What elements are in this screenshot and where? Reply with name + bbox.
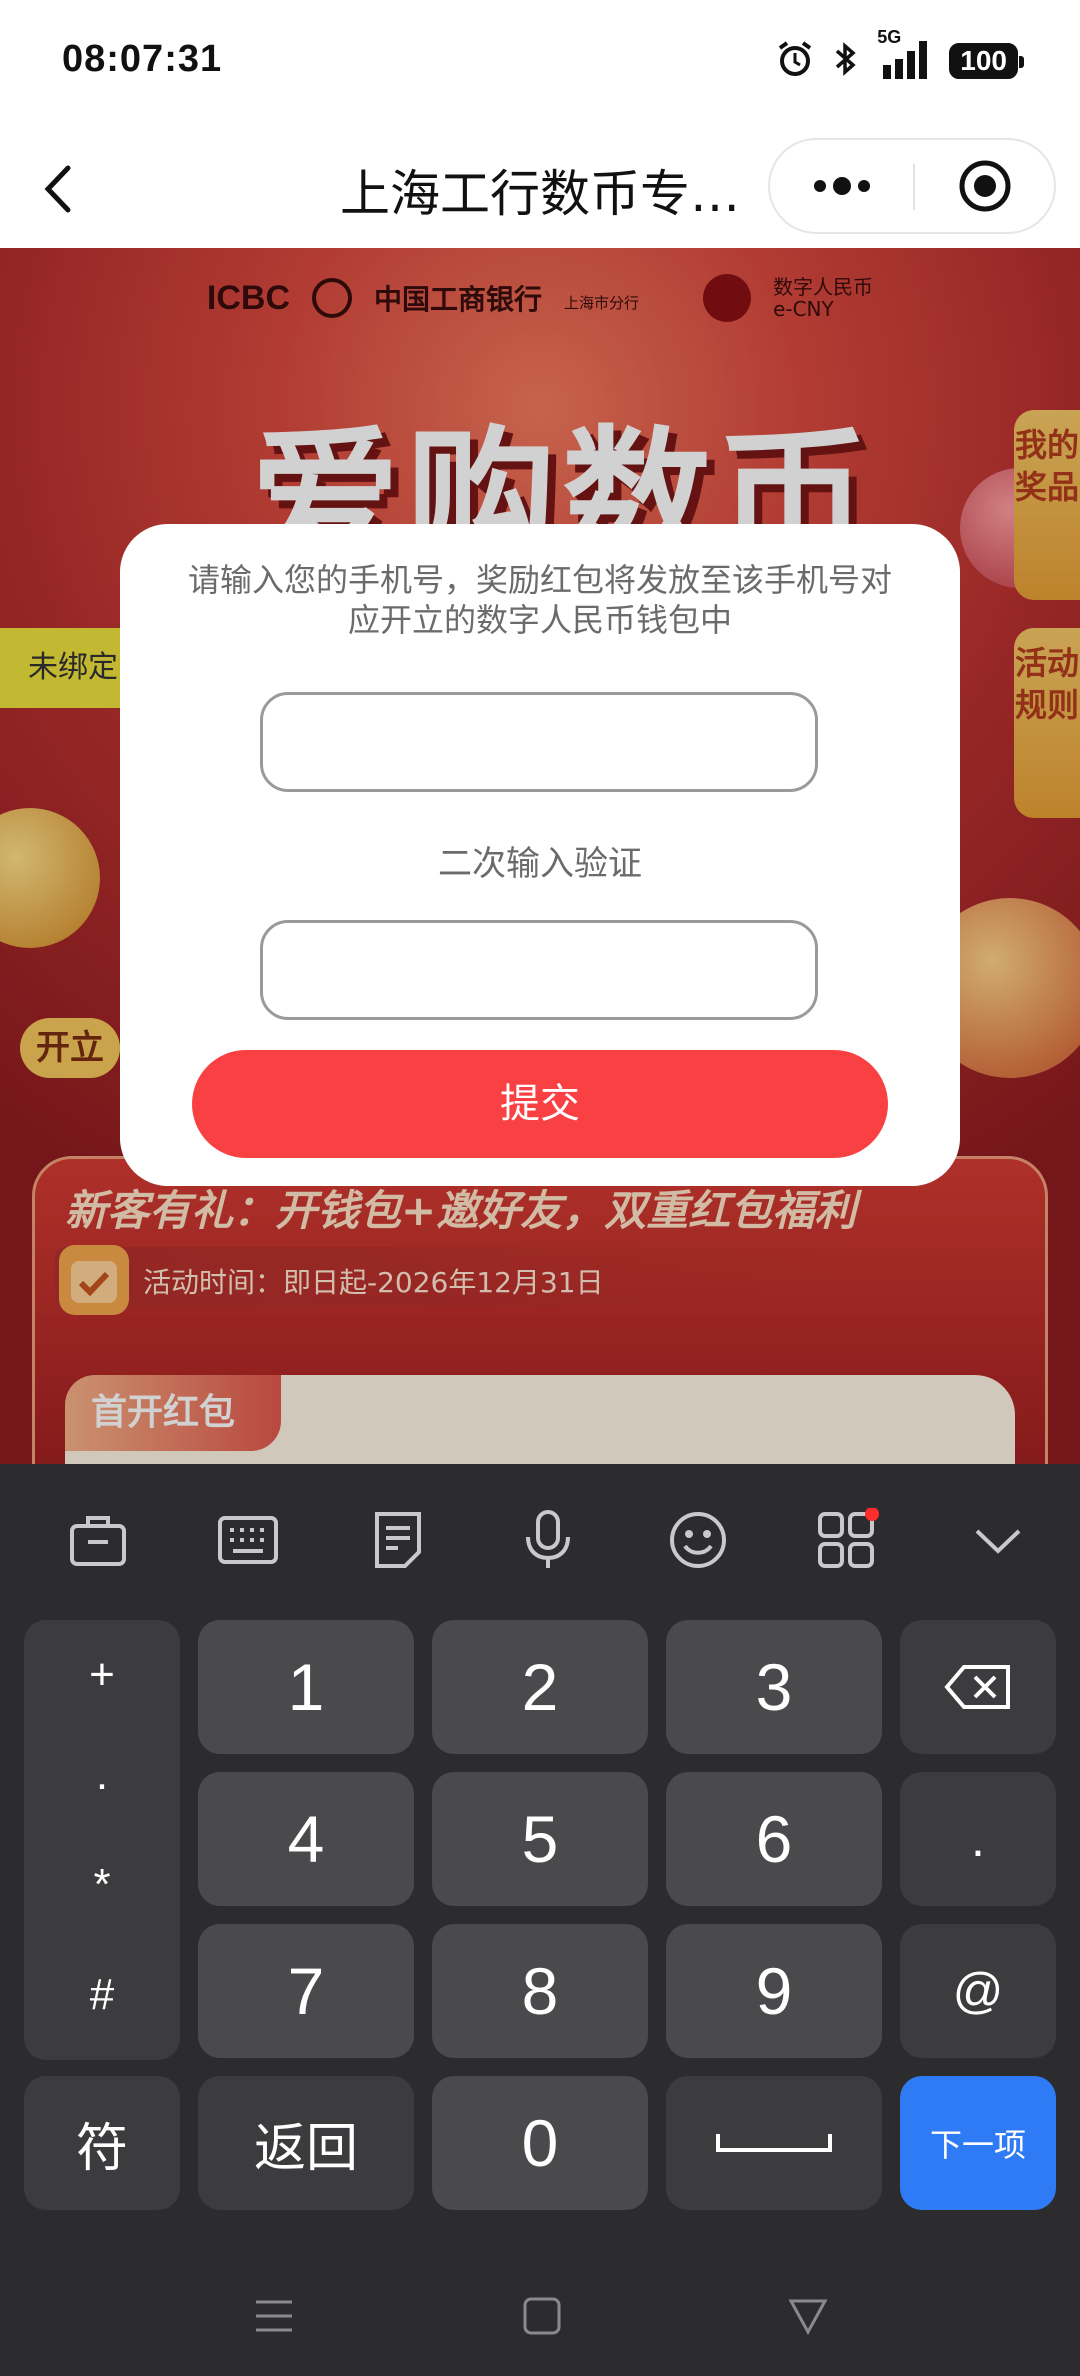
back-arrow-icon [44, 165, 71, 213]
toolbox-icon[interactable] [66, 1508, 130, 1572]
key-0[interactable]: 0 [432, 2076, 648, 2210]
back-nav-icon[interactable] [788, 2296, 828, 2340]
page-title: 上海工行数币专… [340, 165, 740, 223]
status-time: 08:07:31 [62, 38, 223, 80]
dot-symbol[interactable]: . [24, 1750, 180, 1800]
submit-button[interactable]: 提交 [192, 1050, 888, 1158]
key-6[interactable]: 6 [666, 1772, 882, 1906]
key-9[interactable]: 9 [666, 1924, 882, 2058]
space-icon [716, 2134, 832, 2152]
confirm-phone-input[interactable] [260, 920, 818, 1020]
nav-bar: 上海工行数币专… [0, 128, 1080, 248]
key-7[interactable]: 7 [198, 1924, 414, 2058]
battery-indicator: 100 [949, 43, 1024, 79]
system-navigation-bar [0, 2256, 1080, 2376]
phone-input-dialog: 请输入您的手机号，奖励红包将发放至该手机号对应开立的数字人民币钱包中 二次输入验… [120, 524, 960, 1186]
symbol-column[interactable]: + . * # [24, 1620, 180, 2060]
symbol-key[interactable]: 符 [24, 2076, 180, 2210]
asterisk-symbol[interactable]: * [24, 1860, 180, 1910]
status-icons: 5G 100 [775, 27, 1024, 86]
clipboard-icon[interactable] [366, 1508, 430, 1572]
key-4[interactable]: 4 [198, 1772, 414, 1906]
backspace-icon [944, 1665, 1010, 1709]
emoji-icon[interactable] [666, 1508, 730, 1572]
phone-input[interactable] [260, 692, 818, 792]
numeric-keyboard: + . * # 1 2 3 4 5 6 . 7 8 9 @ 符 返回 0 下一项 [0, 1464, 1080, 2376]
microphone-icon[interactable] [516, 1508, 580, 1572]
menu-icon[interactable] [254, 2296, 294, 2340]
dialog-message: 请输入您的手机号，奖励红包将发放至该手机号对应开立的数字人民币钱包中 [187, 561, 892, 639]
key-2[interactable]: 2 [432, 1620, 648, 1754]
keyboard-toolbar [0, 1464, 1080, 1614]
backspace-key[interactable] [900, 1620, 1056, 1754]
next-field-button[interactable]: 下一项 [900, 2076, 1056, 2210]
status-bar: 08:07:31 5G 100 [0, 0, 1080, 128]
more-button[interactable] [770, 140, 913, 232]
key-1[interactable]: 1 [198, 1620, 414, 1754]
at-key[interactable]: @ [900, 1924, 1056, 2058]
target-close-icon [959, 160, 1011, 212]
signal-icon: 5G [877, 27, 933, 85]
home-icon[interactable] [522, 2296, 562, 2340]
dot-key[interactable]: . [900, 1772, 1056, 1906]
key-5[interactable]: 5 [432, 1772, 648, 1906]
collapse-icon[interactable] [966, 1508, 1030, 1572]
network-type: 5G [877, 27, 902, 47]
back-button[interactable] [30, 154, 90, 224]
plus-symbol[interactable]: + [24, 1650, 180, 1700]
more-dots-icon [813, 177, 870, 195]
keyboard-icon[interactable] [216, 1508, 280, 1572]
back-key[interactable]: 返回 [198, 2076, 414, 2210]
apps-icon[interactable] [816, 1508, 880, 1572]
mini-program-capsule [768, 138, 1056, 234]
space-key[interactable] [666, 2076, 882, 2210]
hash-symbol[interactable]: # [24, 1970, 180, 2020]
confirm-label: 二次输入验证 [438, 844, 642, 884]
close-mini-program-button[interactable] [915, 140, 1055, 232]
alarm-icon [775, 39, 815, 83]
key-8[interactable]: 8 [432, 1924, 648, 2058]
key-3[interactable]: 3 [666, 1620, 882, 1754]
bluetooth-icon [831, 39, 861, 83]
